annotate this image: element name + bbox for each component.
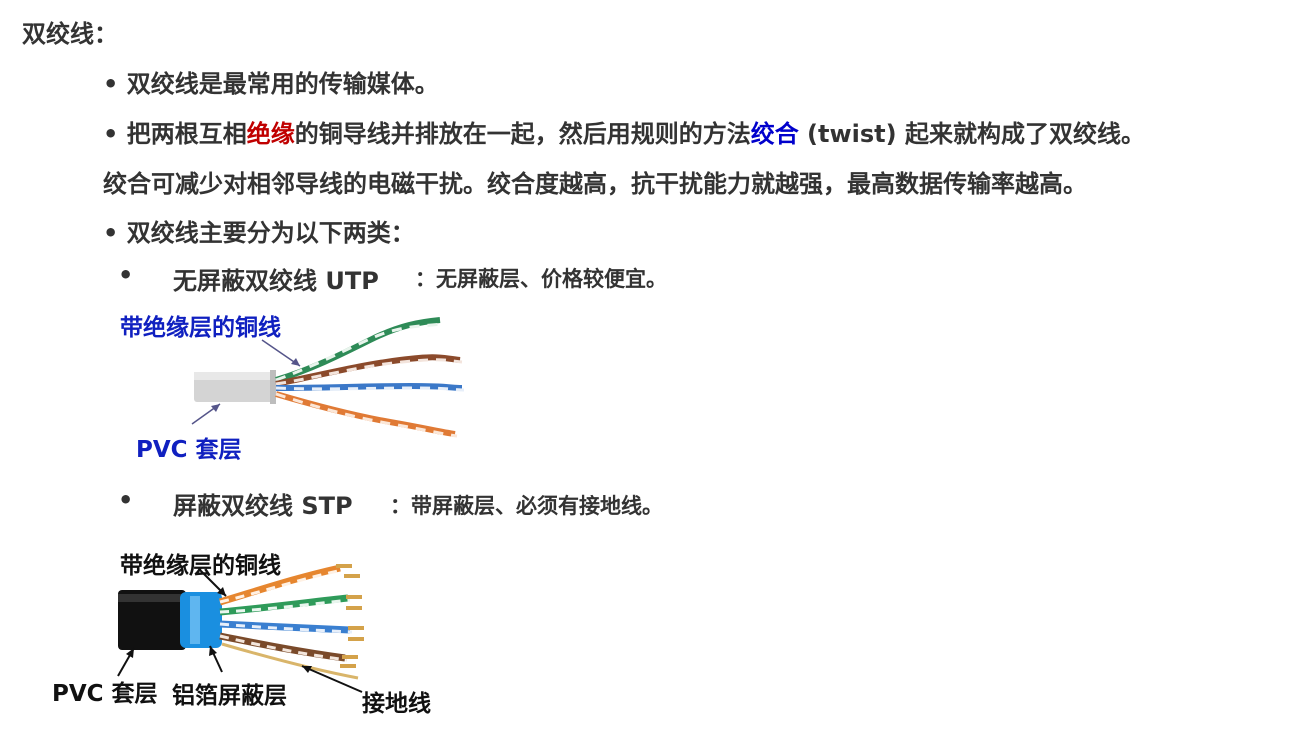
stp-label-foil-shield: 铝箔屏蔽层 bbox=[172, 683, 287, 709]
twist-benefit-text: 绞合可减少对相邻导线的电磁干扰。绞合度越高，抗干扰能力就越强，最高数据传输率越高… bbox=[103, 170, 1087, 198]
bullet-definition-pre: • 把两根互相 bbox=[103, 120, 247, 148]
bullet-definition: • 把两根互相绝缘的铜导线并排放在一起，然后用规则的方法绞合 (twist) 起… bbox=[103, 114, 1145, 149]
utp-label-pvc: PVC 套层 bbox=[136, 437, 242, 463]
stp-bullet-dot: • bbox=[118, 486, 134, 514]
bullet-definition-post: (twist) 起来就构成了双绞线。 bbox=[798, 120, 1145, 148]
emphasis-twisted: 绞合 bbox=[750, 120, 799, 148]
utp-label-insulated-wire: 带绝缘层的铜线 bbox=[120, 315, 281, 341]
stp-label-pvc: PVC 套层 bbox=[52, 681, 158, 707]
stp-label-ground-wire: 接地线 bbox=[362, 691, 431, 717]
utp-bullet-dot: • bbox=[118, 261, 134, 289]
stp-description: ：带屏蔽层、必须有接地线。 bbox=[390, 494, 663, 518]
bullet-common-medium: • 双绞线是最常用的传输媒体。 bbox=[103, 70, 439, 98]
emphasis-insulated: 绝缘 bbox=[246, 120, 295, 148]
section-heading: 双绞线： bbox=[22, 20, 118, 48]
utp-title: 无屏蔽双绞线 UTP bbox=[173, 267, 379, 295]
utp-orange-pair bbox=[275, 391, 456, 437]
utp-description: ：无屏蔽层、价格较便宜。 bbox=[415, 267, 667, 291]
stp-ground-arrow bbox=[301, 665, 363, 693]
stp-title: 屏蔽双绞线 STP bbox=[173, 492, 353, 520]
stp-label-insulated-wire: 带绝缘层的铜线 bbox=[120, 553, 281, 579]
bullet-definition-mid: 的铜导线并排放在一起，然后用规则的方法 bbox=[294, 120, 751, 148]
copper-tips bbox=[336, 564, 364, 668]
stp-foil-shield bbox=[180, 592, 222, 648]
bullet-categories: • 双绞线主要分为以下两类： bbox=[103, 219, 415, 247]
